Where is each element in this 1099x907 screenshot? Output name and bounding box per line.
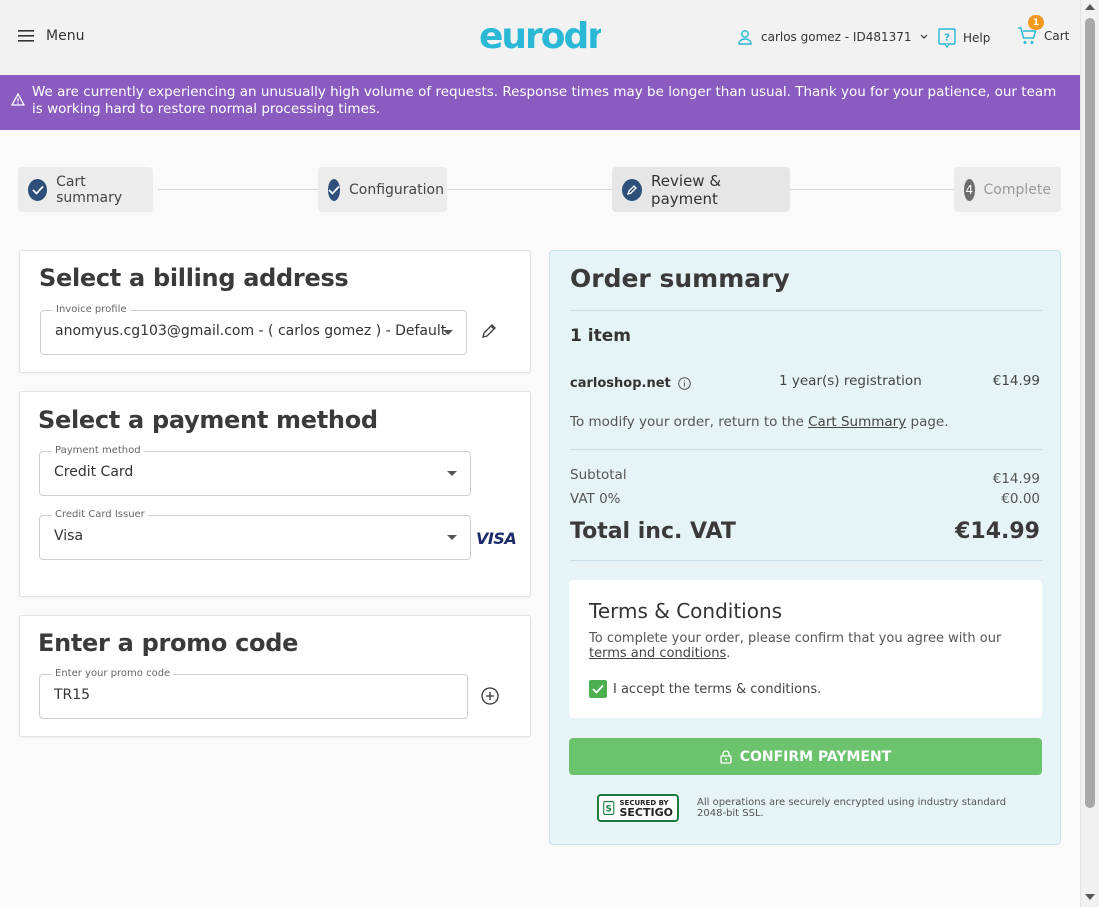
payment-method-label: Payment method bbox=[52, 445, 144, 456]
step-label: Cart summary bbox=[56, 173, 123, 206]
notice-banner: We are currently experiencing an unusual… bbox=[0, 75, 1080, 130]
domain-item: carloshop.net bbox=[570, 376, 691, 391]
scroll-up-icon[interactable] bbox=[1085, 4, 1095, 10]
invoice-profile-value: anomyus.cg103@gmail.com - ( carlos gomez… bbox=[55, 323, 447, 339]
pencil-icon bbox=[622, 178, 643, 201]
dropdown-arrow-icon bbox=[447, 535, 457, 540]
step-configuration[interactable]: Configuration bbox=[318, 167, 447, 212]
step-label: Review & payment bbox=[651, 171, 722, 208]
menu-label: Menu bbox=[46, 28, 85, 44]
subtotal-label: Subtotal bbox=[570, 467, 627, 483]
warning-icon bbox=[11, 93, 25, 106]
promo-title: Enter a promo code bbox=[38, 629, 299, 657]
terms-text: To complete your order, please confirm t… bbox=[589, 631, 1002, 661]
accept-terms-checkbox[interactable]: I accept the terms & conditions. bbox=[589, 680, 821, 698]
user-icon bbox=[738, 30, 752, 45]
menu-button[interactable]: Menu bbox=[18, 28, 84, 44]
domain-name: carloshop.net bbox=[570, 376, 671, 391]
chevron-down-icon bbox=[920, 34, 927, 39]
subtotal-value: €14.99 bbox=[992, 471, 1040, 487]
shield-icon: S bbox=[603, 800, 615, 816]
checkbox-checked-icon[interactable] bbox=[589, 680, 607, 698]
step-label: Configuration bbox=[349, 181, 444, 198]
total-value: €14.99 bbox=[955, 519, 1040, 544]
cart-summary-link[interactable]: Cart Summary bbox=[808, 414, 906, 430]
vat-label: VAT 0% bbox=[570, 491, 621, 507]
svg-text:eurodns: eurodns bbox=[479, 16, 601, 54]
eurodns-logo[interactable]: eurodns bbox=[479, 14, 633, 58]
card-issuer-label: Credit Card Issuer bbox=[52, 509, 148, 520]
terms-title: Terms & Conditions bbox=[589, 599, 783, 623]
accept-terms-label: I accept the terms & conditions. bbox=[613, 681, 822, 697]
visa-logo: VISA bbox=[476, 529, 517, 548]
step-review-payment[interactable]: Review & payment bbox=[612, 167, 790, 212]
cart-button[interactable]: 1 Cart bbox=[1017, 15, 1070, 45]
item-price: €14.99 bbox=[992, 373, 1040, 389]
security-text: All operations are securely encrypted us… bbox=[697, 797, 1007, 819]
promo-code-card: Enter a promo code Enter your promo code… bbox=[19, 615, 531, 737]
dropdown-arrow-icon bbox=[447, 471, 457, 476]
help-label: Help bbox=[963, 31, 991, 45]
hamburger-icon bbox=[18, 30, 34, 42]
payment-method-value: Credit Card bbox=[54, 464, 134, 480]
svg-text:S: S bbox=[606, 805, 612, 815]
promo-code-label: Enter your promo code bbox=[52, 668, 174, 679]
edit-pencil-icon[interactable] bbox=[481, 323, 497, 339]
terms-box: Terms & Conditions To complete your orde… bbox=[569, 580, 1042, 718]
total-label: Total inc. VAT bbox=[570, 519, 736, 544]
step-label: Complete bbox=[983, 181, 1051, 198]
help-link[interactable]: ? Help bbox=[938, 28, 990, 48]
sectigo-badge: S SECURED BY SECTIGO bbox=[597, 794, 679, 822]
step-connector bbox=[158, 189, 318, 190]
step-connector bbox=[447, 189, 613, 190]
dropdown-arrow-icon bbox=[443, 330, 453, 335]
scroll-down-icon[interactable] bbox=[1085, 894, 1095, 900]
step-complete: 4 Complete bbox=[954, 167, 1061, 212]
confirm-payment-label: CONFIRM PAYMENT bbox=[739, 748, 892, 765]
add-circle-icon[interactable] bbox=[481, 687, 499, 705]
card-issuer-select[interactable]: Credit Card Issuer Visa bbox=[39, 509, 471, 560]
step-number: 4 bbox=[964, 178, 975, 201]
promo-code-value: TR15 bbox=[54, 687, 91, 703]
invoice-profile-label: Invoice profile bbox=[53, 304, 130, 315]
cart-count-badge: 1 bbox=[1028, 15, 1044, 30]
promo-code-input[interactable]: Enter your promo code TR15 bbox=[39, 668, 468, 719]
user-label: carlos gomez - ID481371 bbox=[761, 30, 912, 44]
invoice-profile-select[interactable]: Invoice profile anomyus.cg103@gmail.com … bbox=[40, 304, 467, 355]
card-issuer-value: Visa bbox=[54, 528, 84, 544]
check-icon bbox=[28, 178, 48, 201]
vat-value: €0.00 bbox=[1001, 491, 1040, 507]
payment-title: Select a payment method bbox=[38, 406, 378, 434]
billing-address-card: Select a billing address Invoice profile… bbox=[19, 250, 531, 373]
cart-label: Cart bbox=[1044, 29, 1070, 43]
banner-message: We are currently experiencing an unusual… bbox=[32, 84, 1057, 117]
terms-link[interactable]: terms and conditions bbox=[589, 646, 726, 661]
items-count: 1 item bbox=[570, 326, 631, 346]
order-summary-panel: Order summary 1 item carloshop.net 1 yea… bbox=[549, 250, 1061, 845]
step-connector bbox=[790, 189, 955, 190]
divider bbox=[570, 449, 1042, 450]
lock-icon bbox=[720, 749, 732, 764]
info-icon[interactable] bbox=[677, 377, 691, 390]
help-icon: ? bbox=[938, 28, 956, 48]
payment-method-card: Select a payment method Payment method C… bbox=[19, 391, 531, 597]
user-account-menu[interactable]: carlos gomez - ID481371 bbox=[737, 29, 928, 45]
svg-text:?: ? bbox=[944, 33, 950, 44]
order-summary-title: Order summary bbox=[570, 264, 790, 293]
vertical-scrollbar[interactable] bbox=[1080, 0, 1099, 907]
step-cart-summary[interactable]: Cart summary bbox=[18, 167, 153, 212]
scroll-thumb[interactable] bbox=[1085, 18, 1095, 808]
billing-title: Select a billing address bbox=[39, 264, 349, 292]
confirm-payment-button[interactable]: CONFIRM PAYMENT bbox=[569, 738, 1042, 775]
payment-method-select[interactable]: Payment method Credit Card bbox=[39, 445, 471, 496]
registration-term: 1 year(s) registration bbox=[779, 373, 922, 389]
divider bbox=[570, 560, 1042, 561]
modify-order-text: To modify your order, return to the Cart… bbox=[570, 414, 949, 430]
top-header: Menu eurodns carlos gomez - ID481371 ? H… bbox=[0, 0, 1080, 75]
check-icon bbox=[328, 178, 340, 201]
divider bbox=[570, 310, 1042, 311]
security-notice: S SECURED BY SECTIGO All operations are s… bbox=[597, 794, 1015, 822]
